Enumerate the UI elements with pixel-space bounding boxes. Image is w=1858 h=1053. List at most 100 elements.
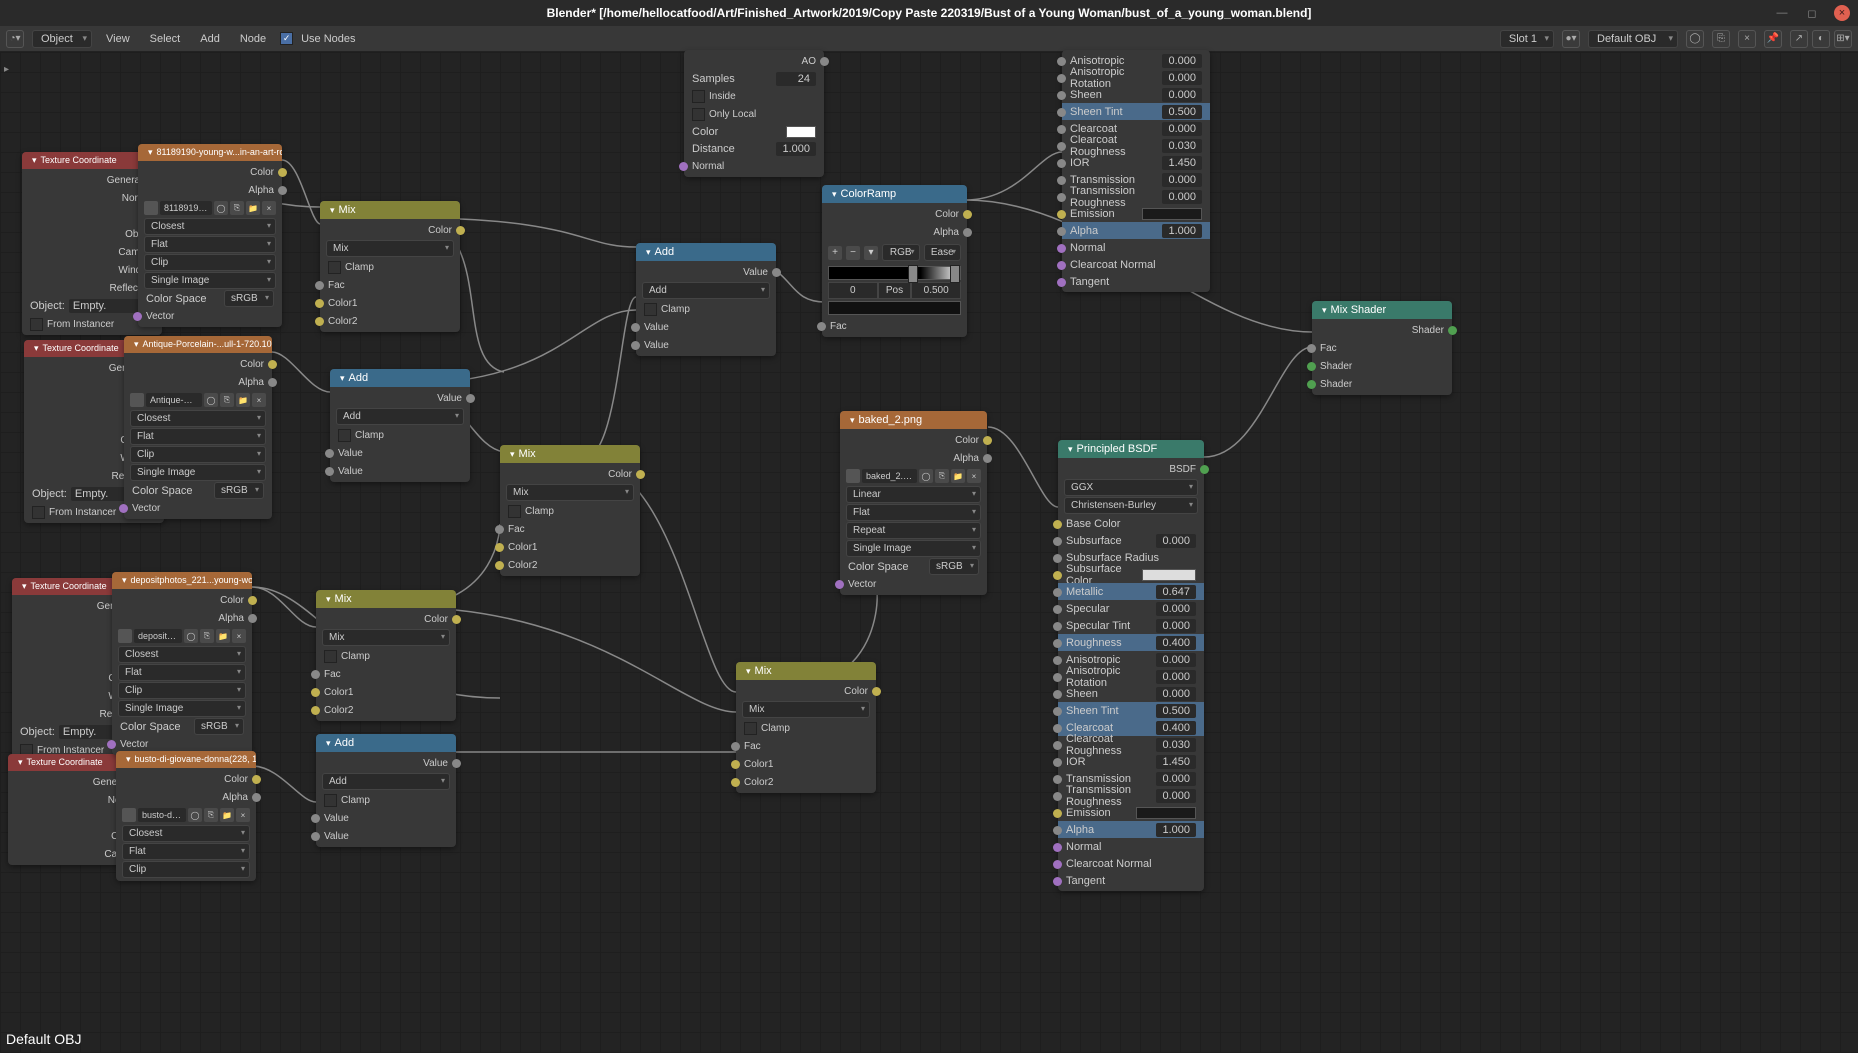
open-icon[interactable]: 📁 xyxy=(220,808,234,822)
pin-icon[interactable]: 📌 xyxy=(1764,30,1782,48)
node-image-texture-2[interactable]: Antique-Porcelain-...ull-1-720.10.10-86-… xyxy=(124,336,272,519)
new-icon[interactable]: ⎘ xyxy=(200,629,214,643)
node-principled-bsdf[interactable]: Principled BSDF BSDF GGX Christensen-Bur… xyxy=(1058,440,1204,891)
node-color-ramp[interactable]: ColorRamp Color Alpha + − ▾ RGB Ease 0Po… xyxy=(822,185,967,337)
new-material-icon[interactable]: ⎘ xyxy=(1712,30,1730,48)
projection-dropdown[interactable]: Flat xyxy=(122,843,250,860)
node-math-add-3[interactable]: Add Value Add Clamp Value Value xyxy=(316,734,456,847)
interpolation-dropdown[interactable]: Closest xyxy=(144,218,276,235)
colorspace-dropdown[interactable]: sRGB xyxy=(214,482,264,499)
distribution-dropdown[interactable]: GGX xyxy=(1064,479,1198,496)
clamp-checkbox[interactable] xyxy=(324,794,337,807)
use-nodes-checkbox[interactable]: ✓ xyxy=(280,32,293,45)
source-dropdown[interactable]: Single Image xyxy=(144,272,276,289)
prop-transmission-roughness[interactable]: Transmission Roughness0.000 xyxy=(1058,787,1204,804)
unlink-icon[interactable]: × xyxy=(967,469,981,483)
unlink-icon[interactable]: × xyxy=(1738,30,1756,48)
node-header[interactable]: Mix xyxy=(500,445,640,463)
node-mix-2[interactable]: Mix Color Mix Clamp Fac Color1 Color2 xyxy=(500,445,640,576)
node-header[interactable]: Add xyxy=(330,369,470,387)
prop-alpha[interactable]: Alpha1.000 xyxy=(1058,821,1204,838)
clamp-checkbox[interactable] xyxy=(328,261,341,274)
panel-expand-icon[interactable]: ▸ xyxy=(4,64,9,75)
prop-sheen-tint[interactable]: Sheen Tint0.500 xyxy=(1062,103,1210,120)
prop-subsurface[interactable]: Subsurface0.000 xyxy=(1058,532,1204,549)
operation-dropdown[interactable]: Add xyxy=(336,408,464,425)
from-instancer-checkbox[interactable] xyxy=(30,318,43,331)
prop-clearcoat-roughness[interactable]: Clearcoat Roughness0.030 xyxy=(1062,137,1210,154)
image-icon[interactable] xyxy=(846,469,860,483)
value-field[interactable]: 1.450 xyxy=(1162,156,1202,170)
projection-dropdown[interactable]: Flat xyxy=(118,664,246,681)
node-header[interactable]: Add xyxy=(316,734,456,752)
distance-field[interactable]: 1.000 xyxy=(776,142,816,156)
open-icon[interactable]: 📁 xyxy=(236,393,250,407)
value-field[interactable]: 0.030 xyxy=(1162,139,1202,153)
clamp-checkbox[interactable] xyxy=(744,722,757,735)
minimize-icon[interactable]: — xyxy=(1774,5,1790,21)
prop-emission[interactable]: Emission xyxy=(1058,804,1204,821)
value-field[interactable]: 0.000 xyxy=(1156,789,1196,803)
blend-mode-dropdown[interactable]: Mix xyxy=(322,629,450,646)
node-image-texture-1[interactable]: 81189190-young-w...in-an-art-room(291, C… xyxy=(138,144,282,327)
prop-sheen-tint[interactable]: Sheen Tint0.500 xyxy=(1058,702,1204,719)
projection-dropdown[interactable]: Flat xyxy=(846,504,981,521)
value-field[interactable]: 0.500 xyxy=(1156,704,1196,718)
clamp-checkbox[interactable] xyxy=(508,505,521,518)
material-sphere-icon[interactable]: ●▾ xyxy=(1562,30,1580,48)
prop-tangent[interactable]: Tangent xyxy=(1058,872,1204,889)
unlink-icon[interactable]: × xyxy=(236,808,250,822)
blend-mode-dropdown[interactable]: Mix xyxy=(742,701,870,718)
node-header[interactable]: Mix Shader xyxy=(1312,301,1452,319)
value-field[interactable]: 0.000 xyxy=(1156,602,1196,616)
prop-emission[interactable]: Emission xyxy=(1062,205,1210,222)
node-header[interactable]: depositphotos_221...young-woman-size- xyxy=(112,572,252,589)
value-field[interactable]: 1.450 xyxy=(1156,755,1196,769)
color-swatch[interactable] xyxy=(1142,208,1202,220)
node-header[interactable]: Mix xyxy=(316,590,456,608)
node-header[interactable]: Mix xyxy=(320,201,460,219)
image-name-field[interactable]: busto-di-giovane-... xyxy=(138,808,186,822)
sss-method-dropdown[interactable]: Christensen-Burley xyxy=(1064,497,1198,514)
prop-specular[interactable]: Specular0.000 xyxy=(1058,600,1204,617)
node-image-texture-baked[interactable]: baked_2.png Color Alpha baked_2.png◯⎘📁× … xyxy=(840,411,987,595)
extension-dropdown[interactable]: Clip xyxy=(130,446,266,463)
colorspace-dropdown[interactable]: sRGB xyxy=(224,290,274,307)
editor-type-icon[interactable]: ◔▾ xyxy=(6,30,24,48)
node-header[interactable]: baked_2.png xyxy=(840,411,987,429)
material-name-field[interactable]: Default OBJ xyxy=(1588,30,1678,48)
prop-specular-tint[interactable]: Specular Tint0.000 xyxy=(1058,617,1204,634)
node-ambient-occlusion[interactable]: AO Samples24 Inside Only Local Color Dis… xyxy=(684,50,824,177)
node-image-texture-4[interactable]: busto-di-giovane-donna(228, 174, 103, ..… xyxy=(116,751,256,881)
interpolation-dropdown[interactable]: Closest xyxy=(118,646,246,663)
inside-checkbox[interactable] xyxy=(692,90,705,103)
value-field[interactable]: 1.000 xyxy=(1156,823,1196,837)
fake-user-icon[interactable]: ◯ xyxy=(184,629,198,643)
menu-node[interactable]: Node xyxy=(234,31,272,47)
prop-alpha[interactable]: Alpha1.000 xyxy=(1062,222,1210,239)
shading-icon[interactable]: ◐ xyxy=(1812,30,1830,48)
value-field[interactable]: 0.000 xyxy=(1162,71,1202,85)
maximize-icon[interactable]: ◻ xyxy=(1804,5,1820,21)
object-field[interactable]: Empty. xyxy=(69,299,146,313)
image-name-field[interactable]: 81189190-young-... xyxy=(160,201,212,215)
node-header[interactable]: 81189190-young-w...in-an-art-room(291, xyxy=(138,144,282,161)
prop-roughness[interactable]: Roughness0.400 xyxy=(1058,634,1204,651)
image-icon[interactable] xyxy=(144,201,158,215)
colorspace-dropdown[interactable]: sRGB xyxy=(929,558,979,575)
menu-select[interactable]: Select xyxy=(144,31,187,47)
color-field[interactable] xyxy=(828,301,961,315)
prop-anisotropic-rotation[interactable]: Anisotropic Rotation0.000 xyxy=(1062,69,1210,86)
node-header[interactable]: Add xyxy=(636,243,776,261)
fake-user-icon[interactable]: ◯ xyxy=(188,808,202,822)
image-name-field[interactable]: depositphotos_22... xyxy=(134,629,182,643)
value-field[interactable]: 0.000 xyxy=(1162,122,1202,136)
prop-base-color[interactable]: Base Color xyxy=(1058,515,1204,532)
color-swatch[interactable] xyxy=(786,126,816,138)
colorspace-dropdown[interactable]: sRGB xyxy=(194,718,244,735)
operation-dropdown[interactable]: Add xyxy=(322,773,450,790)
node-header[interactable]: busto-di-giovane-donna(228, 174, 103, ..… xyxy=(116,751,256,768)
projection-dropdown[interactable]: Flat xyxy=(130,428,266,445)
ramp-mode-dropdown[interactable]: RGB xyxy=(882,244,920,261)
prop-normal[interactable]: Normal xyxy=(1062,239,1210,256)
